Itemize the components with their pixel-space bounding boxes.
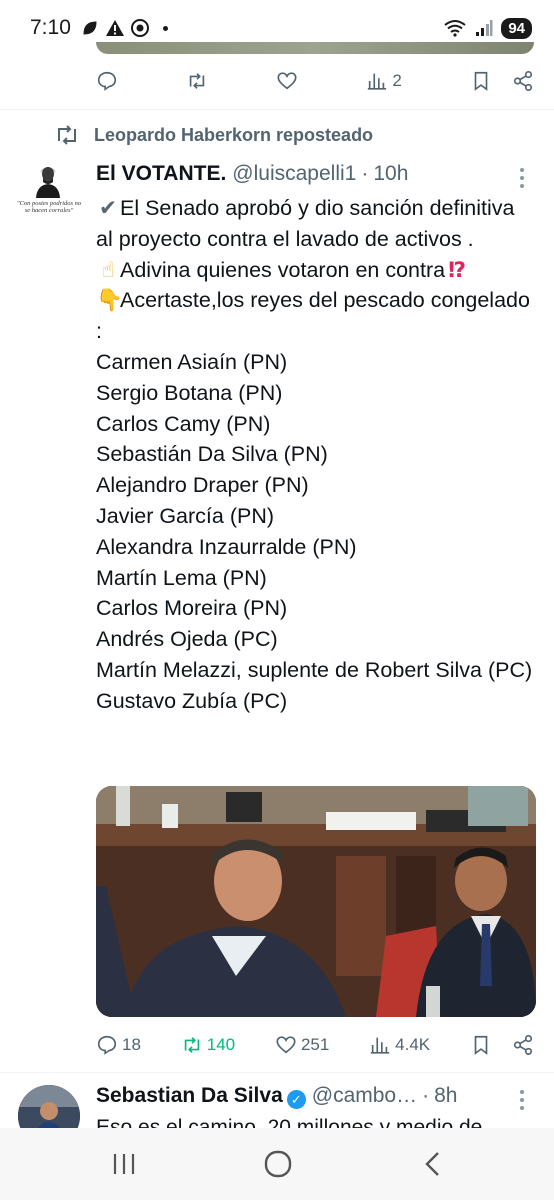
avatar[interactable]: "Con postes podridos no se hacen corrale… bbox=[16, 160, 82, 226]
share-icon[interactable] bbox=[512, 1034, 534, 1056]
heart-icon bbox=[277, 72, 297, 90]
point-up-icon: ☝ bbox=[101, 257, 115, 282]
author-handle[interactable]: @cambo… bbox=[312, 1084, 417, 1108]
divider bbox=[0, 1072, 554, 1073]
like-button[interactable]: 251 bbox=[275, 1034, 329, 1056]
tweet-header: Sebastian Da Silva ✓ @cambo… · 8h bbox=[96, 1084, 457, 1109]
author-name[interactable]: Sebastian Da Silva bbox=[96, 1084, 283, 1108]
tweet-line-text: El Senado aprobó y dio sanción definitiv… bbox=[96, 196, 515, 251]
tweet-line: ✔ El Senado aprobó y dio sanción definiti… bbox=[96, 193, 536, 255]
portrait-icon bbox=[36, 167, 60, 198]
signal-icon bbox=[476, 20, 493, 36]
avatar-caption: "Con postes podridos no se hacen corrale… bbox=[16, 200, 82, 214]
reply-icon bbox=[97, 1035, 117, 1055]
repost-button[interactable]: 140 bbox=[181, 1034, 235, 1056]
tweet-line: ☝ Adivina quienes votaron en contra ⁉ bbox=[96, 255, 536, 286]
warning-icon bbox=[105, 20, 124, 36]
home-icon[interactable] bbox=[262, 1148, 294, 1180]
repost-icon bbox=[58, 125, 76, 145]
senator-name: Gustavo Zubía (PC) bbox=[96, 688, 288, 713]
more-options-icon[interactable] bbox=[518, 1090, 526, 1112]
leaf-icon bbox=[83, 21, 97, 35]
chrome-icon bbox=[130, 19, 149, 37]
more-options-icon[interactable] bbox=[518, 168, 526, 190]
status-time: 7:10 bbox=[30, 16, 71, 39]
repost-label: Leopardo Haberkorn reposteado bbox=[94, 124, 374, 145]
senator-name: Martín Melazzi, suplente de Robert Silva… bbox=[96, 657, 533, 682]
wifi-icon bbox=[444, 20, 466, 37]
meta-separator: · bbox=[422, 1084, 430, 1107]
reply-icon bbox=[97, 71, 117, 91]
previous-tweet-image[interactable] bbox=[96, 42, 534, 54]
tweet-photo[interactable] bbox=[96, 786, 536, 1017]
tweet-line-text: Adivina quienes votaron en contra bbox=[120, 257, 446, 282]
share-group bbox=[470, 70, 534, 92]
repost-button[interactable] bbox=[186, 70, 208, 92]
senator-name: Carlos Camy (PN) bbox=[96, 411, 271, 436]
like-count: 251 bbox=[300, 1035, 330, 1054]
views-count: 2 bbox=[392, 71, 402, 90]
share-group bbox=[470, 1034, 534, 1056]
bookmark-icon[interactable] bbox=[470, 1034, 492, 1056]
reply-button[interactable]: 18 bbox=[96, 1034, 141, 1056]
previous-tweet-actions: 2 bbox=[96, 70, 534, 92]
tweet-line-text: Acertaste,los reyes del pescado congelad… bbox=[96, 288, 530, 344]
senator-name: Sebastián Da Silva (PN) bbox=[96, 442, 328, 467]
reply-button[interactable] bbox=[96, 70, 118, 92]
interrobang-icon: ⁉ bbox=[448, 257, 467, 282]
senator-name: Carmen Asiaín (PN) bbox=[96, 349, 288, 374]
tweet-text: Eso es el camino. 20 millones y medio de bbox=[96, 1116, 483, 1128]
views-count: 4.4K bbox=[395, 1035, 431, 1054]
divider bbox=[0, 109, 554, 110]
share-icon[interactable] bbox=[512, 70, 534, 92]
author-name[interactable]: El VOTANTE. bbox=[96, 162, 226, 186]
verified-badge-icon: ✓ bbox=[286, 1090, 306, 1109]
meta-separator: · bbox=[361, 162, 369, 185]
battery-badge: 94 bbox=[501, 17, 532, 39]
like-button[interactable] bbox=[276, 70, 298, 92]
author-handle[interactable]: @luiscapelli1 bbox=[232, 162, 356, 186]
tweet-time[interactable]: 8h bbox=[434, 1084, 457, 1108]
senator-name: Javier García (PN) bbox=[96, 503, 275, 528]
tweet-line: 👇Acertaste,los reyes del pescado congela… bbox=[96, 285, 536, 347]
back-icon[interactable] bbox=[418, 1148, 450, 1180]
tweet-actions: 18 140 251 4.4K bbox=[96, 1034, 534, 1056]
views-button[interactable]: 4.4K bbox=[369, 1034, 430, 1056]
heart-icon bbox=[276, 1036, 296, 1054]
repost-icon bbox=[189, 73, 205, 89]
notification-icons bbox=[81, 19, 168, 37]
senate-photo bbox=[96, 786, 536, 1017]
views-icon bbox=[370, 1037, 390, 1054]
senator-name: Martín Lema (PN) bbox=[96, 565, 267, 590]
repost-context[interactable]: Leopardo Haberkorn reposteado bbox=[54, 124, 373, 146]
views-button[interactable]: 2 bbox=[366, 70, 402, 92]
tweet-time[interactable]: 10h bbox=[373, 162, 408, 186]
senator-name: Carlos Moreira (PN) bbox=[96, 596, 288, 621]
senator-name: Sergio Botana (PN) bbox=[96, 380, 283, 405]
repost-count: 140 bbox=[206, 1035, 236, 1054]
repost-icon bbox=[184, 1037, 199, 1053]
check-icon: ✔ bbox=[98, 196, 117, 220]
views-icon bbox=[368, 73, 387, 90]
reply-count: 18 bbox=[122, 1035, 141, 1054]
bookmark-icon[interactable] bbox=[470, 70, 492, 92]
dot-icon bbox=[162, 25, 168, 31]
tweet-header: El VOTANTE. @luiscapelli1 · 10h bbox=[96, 162, 408, 186]
tweet-text: ✔ El Senado aprobó y dio sanción definiti… bbox=[96, 193, 536, 717]
senator-name: Andrés Ojeda (PC) bbox=[96, 627, 278, 652]
system-nav-bar bbox=[0, 1128, 554, 1200]
senator-name: Alexandra Inzaurralde (PN) bbox=[96, 534, 357, 559]
point-down-icon: 👇 bbox=[96, 288, 123, 313]
senator-name: Alejandro Draper (PN) bbox=[96, 473, 309, 498]
recents-icon[interactable] bbox=[108, 1148, 140, 1180]
